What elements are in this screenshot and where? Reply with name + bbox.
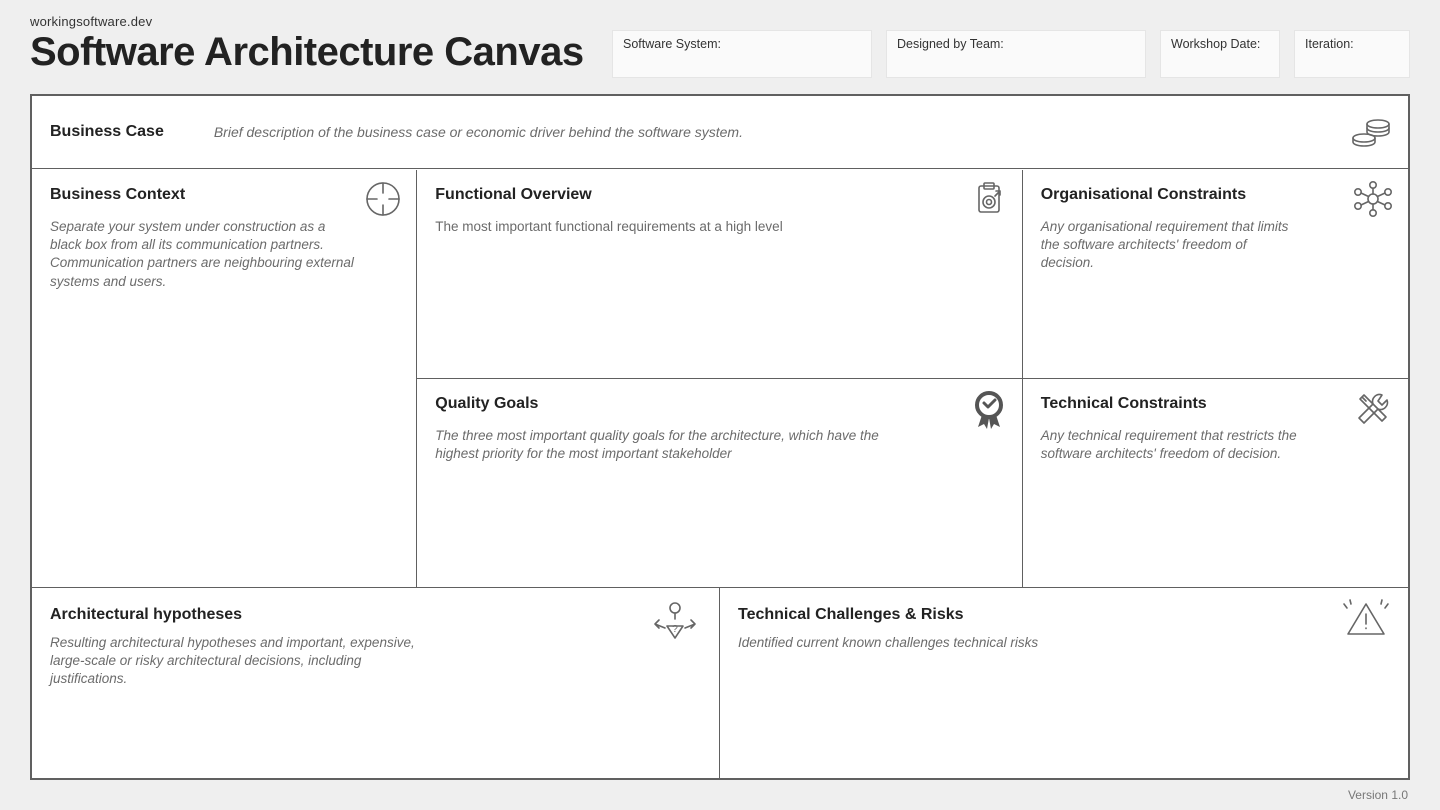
cell-technical-constraints: Technical Constraints Any technical requ…: [1023, 379, 1408, 588]
cell-title: Quality Goals: [435, 395, 1003, 413]
coins-icon: [1350, 116, 1392, 148]
bottom-row: Architectural hypotheses Resulting archi…: [32, 587, 1408, 778]
field-label: Iteration:: [1305, 37, 1354, 51]
header: workingsoftware.dev Software Architectur…: [0, 0, 1440, 78]
business-case-title: Business Case: [50, 123, 164, 141]
svg-text:?: ?: [672, 624, 678, 635]
canvas: Business Case Brief description of the b…: [30, 94, 1410, 780]
decision-icon: ?: [649, 598, 701, 644]
field-designed-by-team[interactable]: Designed by Team:: [886, 30, 1146, 78]
field-iteration[interactable]: Iteration:: [1294, 30, 1410, 78]
tools-icon: [1352, 389, 1394, 431]
crosshair-icon: [364, 180, 402, 218]
cell-business-context: Business Context Separate your system un…: [32, 170, 417, 588]
cell-title: Functional Overview: [435, 186, 1003, 204]
cell-title: Organisational Constraints: [1041, 186, 1390, 204]
page-title: Software Architecture Canvas: [30, 31, 584, 73]
cell-title: Technical Challenges & Risks: [738, 606, 1390, 624]
field-label: Designed by Team:: [897, 37, 1004, 51]
network-nodes-icon: [1352, 180, 1394, 218]
cell-desc: The three most important quality goals f…: [435, 427, 918, 463]
row-business-case: Business Case Brief description of the b…: [32, 96, 1408, 169]
cell-functional-overview: Functional Overview The most important f…: [417, 170, 1022, 379]
cell-desc: Any technical requirement that restricts…: [1041, 427, 1303, 463]
version-label: Version 1.0: [1348, 788, 1408, 802]
award-icon: [970, 389, 1008, 431]
field-label: Workshop Date:: [1171, 37, 1260, 51]
cell-desc: The most important functional requiremen…: [435, 218, 918, 236]
cell-desc: Separate your system under construction …: [50, 218, 356, 291]
field-label: Software System:: [623, 37, 721, 51]
cell-desc: Identified current known challenges tech…: [738, 634, 1390, 652]
cell-title: Technical Constraints: [1041, 395, 1390, 413]
title-block: workingsoftware.dev Software Architectur…: [30, 14, 584, 73]
field-workshop-date[interactable]: Workshop Date:: [1160, 30, 1280, 78]
cell-organisational-constraints: Organisational Constraints Any organisat…: [1023, 170, 1408, 379]
cell-title: Business Context: [50, 186, 398, 204]
cell-architectural-hypotheses: Architectural hypotheses Resulting archi…: [32, 588, 720, 778]
cell-title: Architectural hypotheses: [50, 606, 701, 624]
warning-icon: [1342, 598, 1390, 638]
cell-technical-risks: Technical Challenges & Risks Identified …: [720, 588, 1408, 778]
meta-fields: Software System: Designed by Team: Works…: [612, 30, 1410, 78]
cell-desc: Any organisational requirement that limi…: [1041, 218, 1303, 273]
cell-desc: Resulting architectural hypotheses and i…: [50, 634, 441, 689]
main-grid: Functional Overview The most important f…: [32, 170, 1408, 588]
field-software-system[interactable]: Software System:: [612, 30, 872, 78]
business-case-desc: Brief description of the business case o…: [214, 124, 743, 140]
clipboard-target-icon: [972, 180, 1008, 216]
site-label: workingsoftware.dev: [30, 14, 584, 29]
cell-quality-goals: Quality Goals The three most important q…: [417, 379, 1022, 588]
